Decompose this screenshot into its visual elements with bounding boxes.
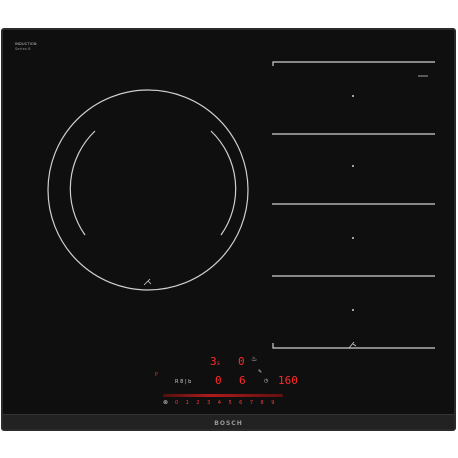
display-timer-left-digit: 3 (210, 355, 217, 368)
induction-cooktop: INDUCTION Series 8 3s 0 0 6 160 P R 8 | … (1, 28, 456, 431)
flex-zone-dot-3 (352, 237, 354, 239)
display-timer-left-suffix: s (216, 360, 221, 367)
product-image: INDUCTION Series 8 3s 0 0 6 160 P R 8 | … (0, 0, 458, 458)
slider-scale-digit[interactable]: 0 (175, 400, 178, 406)
slider-scale: 0 1 2 3 4 5 6 7 8 9 (175, 400, 274, 406)
flex-zone-bottom-line (272, 343, 435, 349)
display-temperature: 160 (278, 374, 298, 387)
display-power-right: 6 (239, 374, 246, 387)
brand-logo: BOSCH (214, 420, 243, 427)
round-zone-inner-arc-left (69, 130, 96, 236)
round-zone-outer-ring (47, 89, 249, 291)
slider-scale-digit[interactable]: 7 (250, 400, 253, 406)
slider-scale-digit[interactable]: 4 (218, 400, 221, 406)
favorite-icon[interactable]: ✎ (258, 370, 262, 375)
cooking-zones (47, 61, 435, 349)
display-timer-left: 3s (210, 356, 220, 367)
flame-icon[interactable]: ♨ (251, 356, 257, 363)
display-timer-right: 0 (238, 355, 245, 368)
slider-scale-digit[interactable]: 6 (239, 400, 242, 406)
flex-zone-dot-2 (352, 165, 354, 167)
power-slider[interactable] (163, 394, 283, 397)
flex-zone-dot-1 (352, 95, 354, 97)
slider-scale-digit[interactable]: 9 (271, 400, 274, 406)
power-label: P (155, 372, 159, 378)
slider-scale-digit[interactable]: 2 (196, 400, 199, 406)
display-power-left: 0 (215, 374, 222, 387)
control-mode-text: R 8 | b (175, 379, 192, 385)
slider-scale-digit[interactable]: 1 (186, 400, 189, 406)
cooktop-front-frame: BOSCH (3, 414, 454, 429)
slider-scale-digit[interactable]: 3 (207, 400, 210, 406)
flex-zone-dot-4 (352, 309, 354, 311)
round-zone-icon (143, 278, 152, 286)
lock-icon[interactable]: ⊗ (163, 400, 168, 406)
timer-icon[interactable]: ◷ (264, 379, 268, 384)
slider-scale-digit[interactable]: 5 (228, 400, 231, 406)
slider-scale-digit[interactable]: 8 (261, 400, 264, 406)
flex-zone-icon (348, 341, 357, 349)
round-zone-inner-arc-right (210, 130, 237, 236)
flex-zone-top-line (272, 61, 435, 66)
